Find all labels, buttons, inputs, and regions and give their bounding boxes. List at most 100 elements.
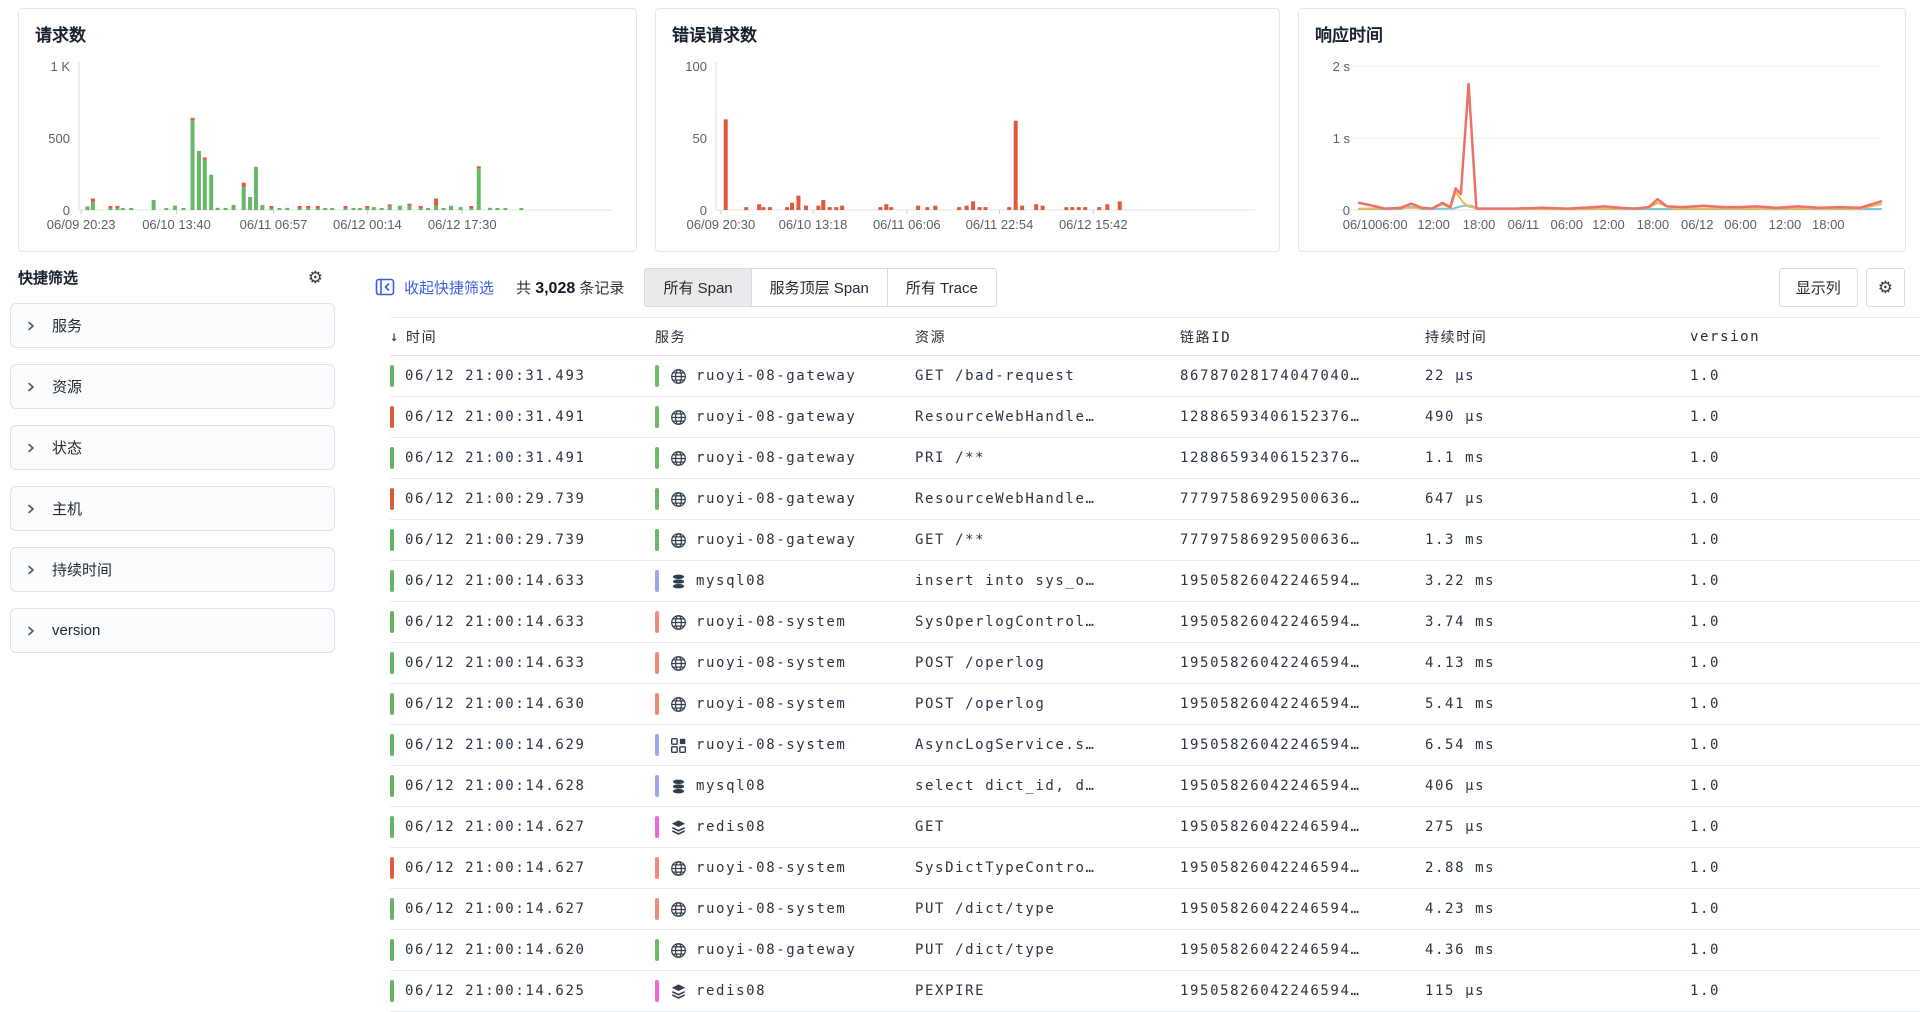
- svg-text:2 s: 2 s: [1333, 59, 1351, 74]
- cell-service: ruoyi-08-system: [655, 734, 915, 756]
- cell-time: 06/12 21:00:14.625: [390, 980, 655, 1002]
- filter-group-resource[interactable]: 资源: [10, 364, 335, 409]
- cell-duration: 3.74 ms: [1425, 614, 1690, 630]
- cell-time: 06/12 21:00:31.493: [390, 365, 655, 387]
- cell-version: 1.0: [1690, 573, 1920, 589]
- svg-text:18:00: 18:00: [1637, 217, 1670, 232]
- table-row[interactable]: 06/12 21:00:31.491 ruoyi-08-gateway PRI …: [390, 438, 1920, 479]
- table-row[interactable]: 06/12 21:00:29.739 ruoyi-08-gateway Reso…: [390, 479, 1920, 520]
- gear-icon[interactable]: ⚙: [308, 269, 323, 286]
- service-color-bar: [655, 939, 659, 961]
- table-row[interactable]: 06/12 21:00:14.628 mysql08 select dict_i…: [390, 766, 1920, 807]
- chart-title: 错误请求数: [672, 21, 1263, 46]
- chart-title: 响应时间: [1315, 21, 1889, 46]
- cell-trace-id: 12886593406152376…: [1180, 450, 1425, 466]
- cell-version: 1.0: [1690, 450, 1920, 466]
- table-row[interactable]: 06/12 21:00:14.633 ruoyi-08-system POST …: [390, 643, 1920, 684]
- table-row[interactable]: 06/12 21:00:14.633 mysql08 insert into s…: [390, 561, 1920, 602]
- svg-text:06/11 22:54: 06/11 22:54: [966, 217, 1034, 232]
- service-color-bar: [655, 734, 659, 756]
- filter-group-service[interactable]: 服务: [10, 303, 335, 348]
- table-row[interactable]: 06/12 21:00:14.627 redis08 GET 195058260…: [390, 807, 1920, 848]
- error-requests-chart[interactable]: 10050006/09 20:3006/10 13:1806/11 06:060…: [672, 52, 1263, 242]
- cell-version: 1.0: [1690, 942, 1920, 958]
- panel-collapse-icon: [375, 277, 395, 297]
- svg-text:12:00: 12:00: [1417, 217, 1450, 232]
- cell-service: ruoyi-08-system: [655, 857, 915, 879]
- col-header-duration[interactable]: 持续时间: [1425, 327, 1690, 347]
- col-header-resource[interactable]: 资源: [915, 327, 1180, 347]
- table-row[interactable]: 06/12 21:00:14.625 redis08 PEXPIRE 19505…: [390, 971, 1920, 1012]
- globe-icon: [670, 409, 687, 426]
- filter-group-label: 服务: [52, 315, 82, 336]
- cell-trace-id: 19505826042246594…: [1180, 737, 1425, 753]
- cell-time: 06/12 21:00:14.633: [390, 611, 655, 633]
- service-color-bar: [655, 898, 659, 920]
- service-color-bar: [655, 816, 659, 838]
- svg-text:06/10 13:18: 06/10 13:18: [779, 217, 848, 232]
- service-color-bar: [655, 857, 659, 879]
- status-bar: [390, 611, 394, 633]
- svg-text:06/12 15:42: 06/12 15:42: [1059, 217, 1128, 232]
- cell-service: redis08: [655, 816, 915, 838]
- table-row[interactable]: 06/12 21:00:14.627 ruoyi-08-system SysDi…: [390, 848, 1920, 889]
- table-row[interactable]: 06/12 21:00:14.630 ruoyi-08-system POST …: [390, 684, 1920, 725]
- table-row[interactable]: 06/12 21:00:14.620 ruoyi-08-gateway PUT …: [390, 930, 1920, 971]
- cell-duration: 4.13 ms: [1425, 655, 1690, 671]
- cell-resource: ResourceWebHandle…: [915, 491, 1180, 507]
- svg-text:06/11: 06/11: [1508, 217, 1540, 232]
- cell-version: 1.0: [1690, 983, 1920, 999]
- filter-group-label: version: [52, 622, 100, 639]
- requests-chart[interactable]: 1 K500006/09 20:2306/10 13:4006/11 06:57…: [35, 52, 620, 242]
- tab-all-trace[interactable]: 所有 Trace: [887, 269, 996, 306]
- cell-trace-id: 86787028174047040…: [1180, 368, 1425, 384]
- cell-version: 1.0: [1690, 532, 1920, 548]
- filter-group-status[interactable]: 状态: [10, 425, 335, 470]
- col-header-time[interactable]: ↓时间: [390, 327, 655, 347]
- table-row[interactable]: 06/12 21:00:14.627 ruoyi-08-system PUT /…: [390, 889, 1920, 930]
- svg-text:0: 0: [1343, 203, 1350, 218]
- cell-resource: POST /operlog: [915, 696, 1180, 712]
- cell-time: 06/12 21:00:14.627: [390, 816, 655, 838]
- cell-trace-id: 19505826042246594…: [1180, 778, 1425, 794]
- cell-time: 06/12 21:00:14.628: [390, 775, 655, 797]
- col-header-trace-id[interactable]: 链路ID: [1180, 327, 1425, 347]
- cell-time: 06/12 21:00:14.627: [390, 857, 655, 879]
- collapse-filters-link[interactable]: 收起快捷筛选: [375, 277, 494, 298]
- status-bar: [390, 939, 394, 961]
- table-row[interactable]: 06/12 21:00:31.493 ruoyi-08-gateway GET …: [390, 356, 1920, 397]
- cell-resource: PUT /dict/type: [915, 942, 1180, 958]
- filter-group-host[interactable]: 主机: [10, 486, 335, 531]
- table-row[interactable]: 06/12 21:00:14.633 ruoyi-08-system SysOp…: [390, 602, 1920, 643]
- tab-service-top-span[interactable]: 服务顶层 Span: [751, 269, 887, 306]
- table-row[interactable]: 06/12 21:00:14.629 ruoyi-08-system Async…: [390, 725, 1920, 766]
- cell-version: 1.0: [1690, 614, 1920, 630]
- response-time-chart[interactable]: 2 s1 s006/1006:0012:0018:0006/1106:0012:…: [1315, 52, 1889, 242]
- cell-resource: GET: [915, 819, 1180, 835]
- cell-duration: 647 µs: [1425, 491, 1690, 507]
- tab-all-span[interactable]: 所有 Span: [645, 269, 750, 306]
- filter-group-version[interactable]: version: [10, 608, 335, 653]
- service-color-bar: [655, 611, 659, 633]
- svg-text:18:00: 18:00: [1812, 217, 1845, 232]
- cell-resource: POST /operlog: [915, 655, 1180, 671]
- col-header-version[interactable]: version: [1690, 329, 1920, 345]
- svg-text:06/12 00:14: 06/12 00:14: [333, 217, 402, 232]
- sort-desc-icon[interactable]: ↓: [390, 329, 400, 345]
- cell-trace-id: 19505826042246594…: [1180, 901, 1425, 917]
- cell-trace-id: 12886593406152376…: [1180, 409, 1425, 425]
- table-header: ↓时间服务资源链路ID持续时间version: [390, 317, 1920, 356]
- records-count: 共 3,028 条记录: [516, 277, 624, 298]
- show-columns-button[interactable]: 显示列: [1779, 268, 1858, 307]
- table-row[interactable]: 06/12 21:00:29.739 ruoyi-08-gateway GET …: [390, 520, 1920, 561]
- cell-duration: 406 µs: [1425, 778, 1690, 794]
- service-color-bar: [655, 652, 659, 674]
- col-header-service[interactable]: 服务: [655, 327, 915, 347]
- cell-duration: 2.88 ms: [1425, 860, 1690, 876]
- filter-group-duration[interactable]: 持续时间: [10, 547, 335, 592]
- table-settings-button[interactable]: ⚙: [1866, 268, 1905, 307]
- globe-icon: [670, 696, 687, 713]
- table-row[interactable]: 06/12 21:00:31.491 ruoyi-08-gateway Reso…: [390, 397, 1920, 438]
- cell-trace-id: 19505826042246594…: [1180, 614, 1425, 630]
- status-bar: [390, 775, 394, 797]
